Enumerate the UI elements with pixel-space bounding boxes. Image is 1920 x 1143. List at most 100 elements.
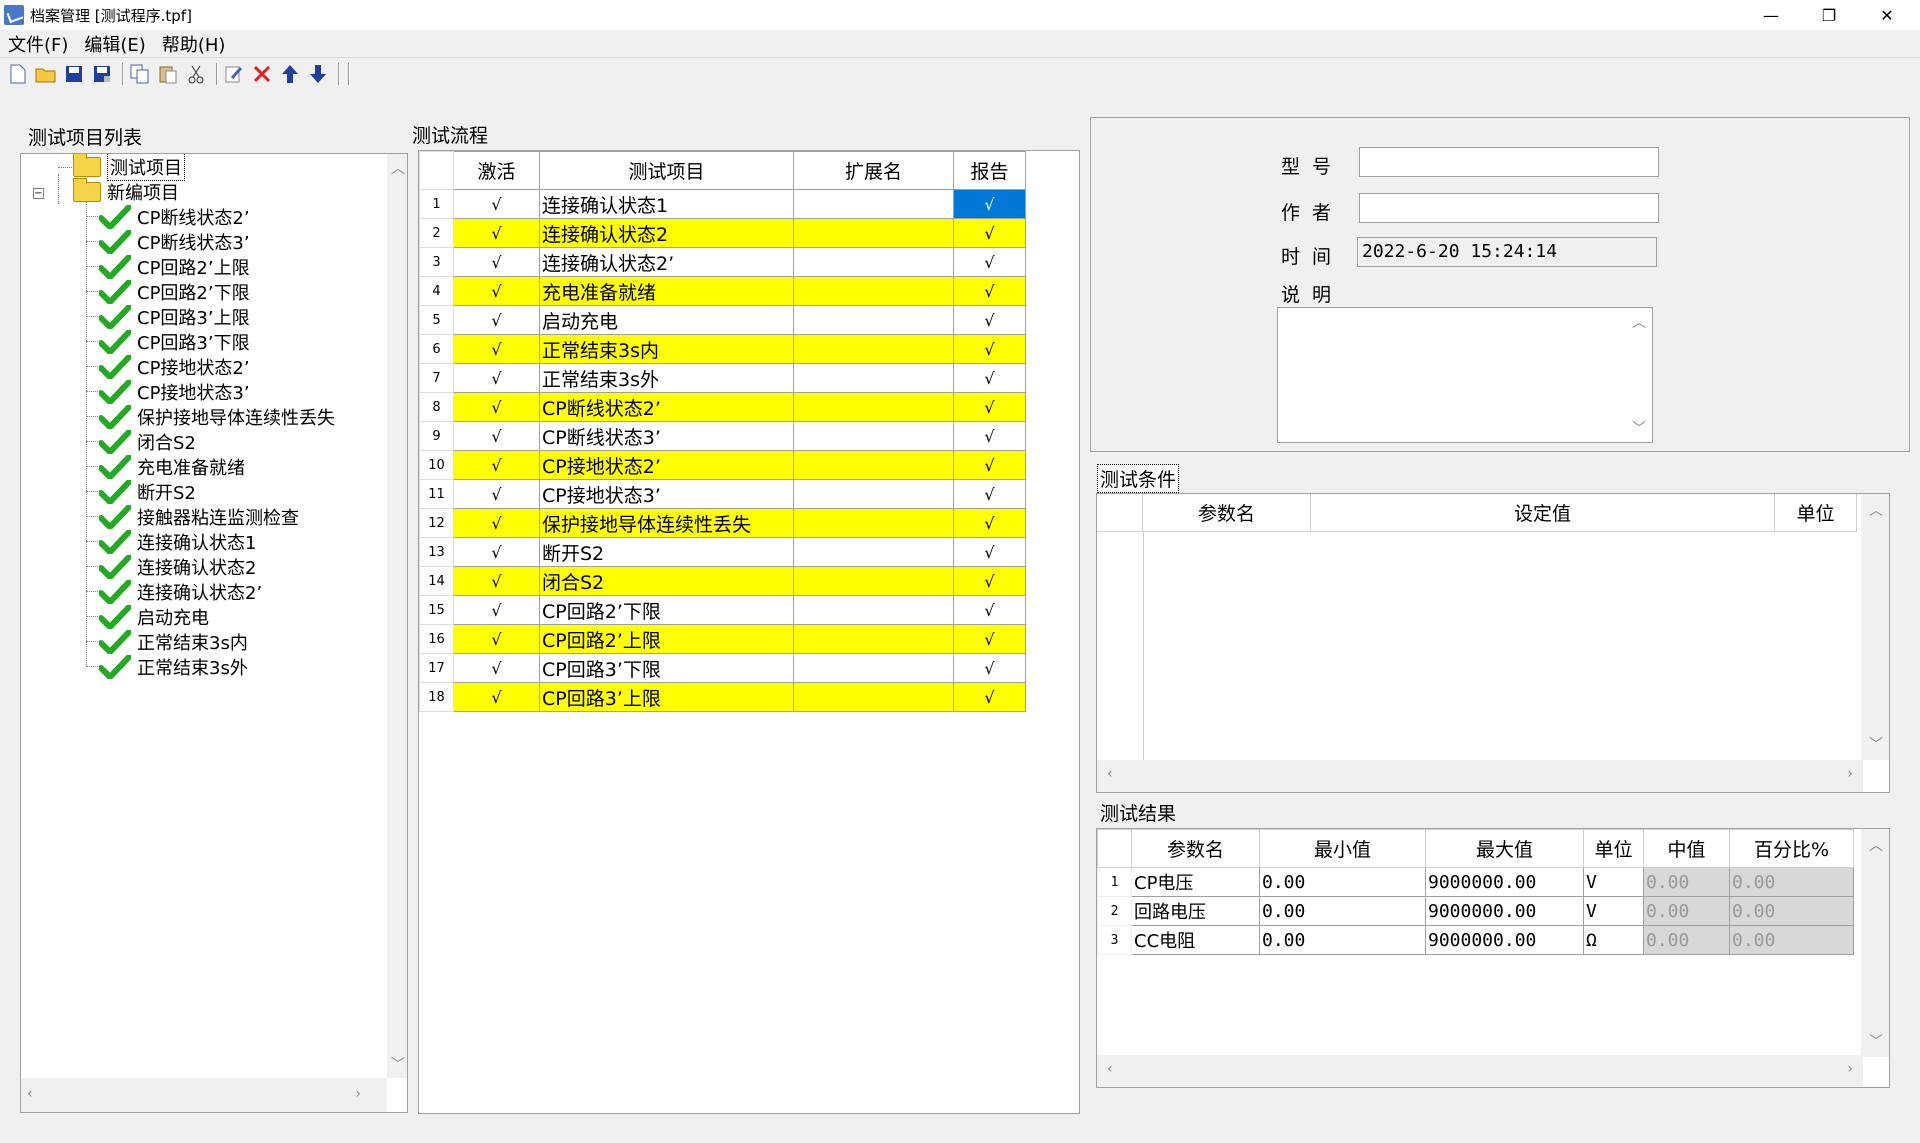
test-item-cell[interactable]: 正常结束3s内 xyxy=(539,334,794,364)
menu-help[interactable]: 帮助(H) xyxy=(154,31,234,57)
test-item-cell[interactable]: 闭合S2 xyxy=(539,566,794,596)
save-as-icon[interactable] xyxy=(90,62,114,86)
active-check[interactable]: √ xyxy=(453,334,540,364)
active-check[interactable]: √ xyxy=(453,566,540,596)
tree-item[interactable]: 正常结束3s内 xyxy=(98,628,248,655)
test-item-cell[interactable]: 正常结束3s外 xyxy=(539,363,794,393)
test-item-cell[interactable]: 启动充电 xyxy=(539,305,794,335)
flow-row[interactable]: 4 √ 充电准备就绪 √ xyxy=(419,276,1026,306)
col-percent-header[interactable]: 百分比% xyxy=(1729,829,1854,868)
ext-name-cell[interactable] xyxy=(793,363,954,393)
tree-item[interactable]: 断开S2 xyxy=(98,478,196,505)
flow-row[interactable]: 15 √ CP回路2’下限 √ xyxy=(419,595,1026,625)
tree-item[interactable]: 接触器粘连监测检查 xyxy=(98,503,299,530)
ext-name-cell[interactable] xyxy=(793,189,954,219)
active-check[interactable]: √ xyxy=(453,189,540,219)
tree-item[interactable]: CP接地状态3’ xyxy=(98,378,250,405)
tree-item[interactable]: 连接确认状态2’ xyxy=(98,578,262,605)
tree-horizontal-scrollbar[interactable]: ‹ › xyxy=(21,1078,387,1112)
scroll-down-icon[interactable]: ﹀ xyxy=(1632,418,1646,438)
author-field[interactable] xyxy=(1359,193,1659,223)
ext-name-cell[interactable] xyxy=(793,305,954,335)
results-grid[interactable]: 参数名 最小值 最大值 单位 中值 百分比% 1 CP电压 0.00 9000000.… xyxy=(1096,828,1890,1088)
report-check[interactable]: √ xyxy=(953,363,1026,393)
report-check[interactable]: √ xyxy=(953,479,1026,509)
col-setting-header[interactable]: 设定值 xyxy=(1311,494,1775,532)
tree-item[interactable]: 保护接地导体连续性丢失 xyxy=(98,403,335,430)
report-check[interactable]: √ xyxy=(953,624,1026,654)
ext-name-cell[interactable] xyxy=(793,450,954,480)
ext-name-cell[interactable] xyxy=(793,624,954,654)
flow-row[interactable]: 7 √ 正常结束3s外 √ xyxy=(419,363,1026,393)
active-check[interactable]: √ xyxy=(453,595,540,625)
report-check[interactable]: √ xyxy=(953,421,1026,451)
test-item-cell[interactable]: 连接确认状态1 xyxy=(539,189,794,219)
scroll-right-icon[interactable]: › xyxy=(1847,766,1853,782)
active-check[interactable]: √ xyxy=(453,508,540,538)
tree-root-new-items[interactable]: 新编项目 xyxy=(73,177,179,204)
copy-icon[interactable] xyxy=(128,62,152,86)
open-folder-icon[interactable] xyxy=(34,62,58,86)
active-check[interactable]: √ xyxy=(453,276,540,306)
test-item-cell[interactable]: CP断线状态3’ xyxy=(539,421,794,451)
menu-edit[interactable]: 编辑(E) xyxy=(76,31,153,57)
flow-row[interactable]: 1 √ 连接确认状态1 √ xyxy=(419,189,1026,219)
active-check[interactable]: √ xyxy=(453,653,540,683)
model-field[interactable] xyxy=(1359,147,1659,177)
report-check[interactable]: √ xyxy=(953,189,1026,219)
minimize-button[interactable]: — xyxy=(1742,0,1800,30)
ext-name-cell[interactable] xyxy=(793,479,954,509)
col-item-header[interactable]: 测试项目 xyxy=(539,151,794,190)
unit-cell[interactable]: V xyxy=(1583,867,1644,897)
scroll-left-icon[interactable]: ‹ xyxy=(1107,1061,1113,1077)
tree-item[interactable]: 启动充电 xyxy=(98,603,209,630)
test-item-tree[interactable]: − 测试项目 新编项目 CP断线状态2’ CP断线状态3’ CP回路2’上限 CP回路… xyxy=(20,153,408,1113)
param-name-cell[interactable]: 回路电压 xyxy=(1131,896,1260,926)
col-max-header[interactable]: 最大值 xyxy=(1425,829,1584,868)
active-check[interactable]: √ xyxy=(453,305,540,335)
report-check[interactable]: √ xyxy=(953,334,1026,364)
test-item-cell[interactable]: CP接地状态3’ xyxy=(539,479,794,509)
active-check[interactable]: √ xyxy=(453,624,540,654)
flow-row[interactable]: 2 √ 连接确认状态2 √ xyxy=(419,218,1026,248)
close-button[interactable]: ✕ xyxy=(1858,0,1916,30)
scroll-right-icon[interactable]: › xyxy=(1847,1061,1853,1077)
test-item-cell[interactable]: CP接地状态2’ xyxy=(539,450,794,480)
cut-icon[interactable] xyxy=(184,62,208,86)
tree-item[interactable]: CP回路3’下限 xyxy=(98,328,250,355)
ext-name-cell[interactable] xyxy=(793,421,954,451)
flow-row[interactable]: 9 √ CP断线状态3’ √ xyxy=(419,421,1026,451)
tree-item[interactable]: 闭合S2 xyxy=(98,428,196,455)
conditions-horizontal-scrollbar[interactable]: ‹ › xyxy=(1097,760,1863,792)
report-check[interactable]: √ xyxy=(953,566,1026,596)
active-check[interactable]: √ xyxy=(453,247,540,277)
conditions-tab[interactable]: 测试条件 xyxy=(1097,464,1180,493)
scroll-up-icon[interactable]: ︿ xyxy=(1869,500,1883,520)
ext-name-cell[interactable] xyxy=(793,218,954,248)
flow-row[interactable]: 3 √ 连接确认状态2’ √ xyxy=(419,247,1026,277)
tree-item[interactable]: CP断线状态2’ xyxy=(98,203,250,230)
tree-item[interactable]: CP接地状态2’ xyxy=(98,353,250,380)
scroll-left-icon[interactable]: ‹ xyxy=(27,1086,33,1102)
tree-item[interactable]: 充电准备就绪 xyxy=(98,453,245,480)
time-field[interactable]: 2022-6-20 15:24:14 xyxy=(1357,237,1657,267)
max-value-cell[interactable]: 9000000.00 xyxy=(1425,896,1584,926)
param-name-cell[interactable]: CC电阻 xyxy=(1131,925,1260,955)
tree-item[interactable]: CP回路3’上限 xyxy=(98,303,250,330)
col-unit-header[interactable]: 单位 xyxy=(1583,829,1644,868)
edit-icon[interactable] xyxy=(222,62,246,86)
ext-name-cell[interactable] xyxy=(793,566,954,596)
report-check[interactable]: √ xyxy=(953,508,1026,538)
flow-row[interactable]: 18 √ CP回路3’上限 √ xyxy=(419,682,1026,712)
flow-row[interactable]: 12 √ 保护接地导体连续性丢失 √ xyxy=(419,508,1026,538)
ext-name-cell[interactable] xyxy=(793,682,954,712)
report-check[interactable]: √ xyxy=(953,595,1026,625)
flow-row[interactable]: 14 √ 闭合S2 √ xyxy=(419,566,1026,596)
menu-file[interactable]: 文件(F) xyxy=(0,31,76,57)
test-item-cell[interactable]: CP回路2’上限 xyxy=(539,624,794,654)
report-check[interactable]: √ xyxy=(953,305,1026,335)
unit-cell[interactable]: V xyxy=(1583,896,1644,926)
col-active-header[interactable]: 激活 xyxy=(453,151,540,190)
result-row[interactable]: 1 CP电压 0.00 9000000.00 V 0.00 0.00 xyxy=(1097,867,1854,897)
results-horizontal-scrollbar[interactable]: ‹ › xyxy=(1097,1055,1863,1087)
